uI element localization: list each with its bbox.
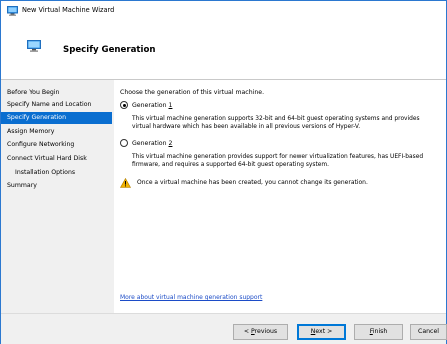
window-title: New Virtual Machine Wizard xyxy=(22,6,115,14)
generation-2-description-line-1: This virtual machine generation provides… xyxy=(132,154,424,160)
wizard-content: Choose the generation of this virtual ma… xyxy=(114,80,446,313)
sidebar-item-connect-virtual-hard-disk[interactable]: Connect Virtual Hard Disk xyxy=(1,153,112,165)
generation-2-label-text: Generation xyxy=(132,140,169,147)
generation-2-radio[interactable] xyxy=(120,139,128,147)
previous-button[interactable]: < Previous xyxy=(233,324,288,340)
generation-1-radio[interactable] xyxy=(120,101,128,109)
warning-text: Once a virtual machine has been created,… xyxy=(137,179,368,186)
finish-button-label: inish xyxy=(372,328,388,335)
sidebar-item-before-you-begin[interactable]: Before You Begin xyxy=(1,87,112,99)
next-button-label: ext > xyxy=(315,328,333,335)
generation-2-description-line-2: firmware, and requires a supported 64-bi… xyxy=(132,162,330,168)
virtual-machine-icon xyxy=(7,6,18,18)
next-button[interactable]: Next > xyxy=(297,324,346,340)
sidebar-item-specify-name-and-location[interactable]: Specify Name and Location xyxy=(1,99,112,111)
warning-icon xyxy=(119,177,132,190)
generation-1-description-line-2: virtual hardware which has been availabl… xyxy=(132,124,361,130)
generation-1-accesskey: 1 xyxy=(168,102,173,109)
generation-2-label[interactable]: Generation 2 xyxy=(132,140,172,147)
sidebar-item-summary[interactable]: Summary xyxy=(1,180,112,192)
sidebar-item-assign-memory[interactable]: Assign Memory xyxy=(1,126,112,138)
virtual-machine-icon xyxy=(27,40,41,54)
generation-1-description-line-1: This virtual machine generation supports… xyxy=(132,116,420,122)
cancel-button[interactable]: Cancel xyxy=(410,324,447,340)
generation-2-accesskey: 2 xyxy=(168,140,173,147)
sidebar-item-specify-generation[interactable]: Specify Generation xyxy=(1,112,112,124)
wizard-footer: < Previous Next > Finish Cancel xyxy=(1,313,447,344)
wizard-header: Specify Generation xyxy=(1,21,446,79)
more-info-link[interactable]: More about virtual machine generation su… xyxy=(120,294,262,301)
finish-button[interactable]: Finish xyxy=(354,324,403,340)
title-bar[interactable]: New Virtual Machine Wizard xyxy=(1,1,446,21)
sidebar-item-configure-networking[interactable]: Configure Networking xyxy=(1,139,112,151)
generation-1-label-text: Generation xyxy=(132,102,169,109)
previous-button-label: revious xyxy=(254,328,278,335)
wizard-window: New Virtual Machine Wizard Specify Gener… xyxy=(0,0,447,344)
generation-1-label[interactable]: Generation 1 xyxy=(132,102,172,109)
sidebar-item-installation-options[interactable]: Installation Options xyxy=(1,167,112,179)
wizard-steps-sidebar: Before You Begin Specify Name and Locati… xyxy=(1,80,114,313)
intro-text: Choose the generation of this virtual ma… xyxy=(120,89,265,96)
page-title: Specify Generation xyxy=(63,45,156,55)
previous-button-prefix: < xyxy=(243,328,251,335)
